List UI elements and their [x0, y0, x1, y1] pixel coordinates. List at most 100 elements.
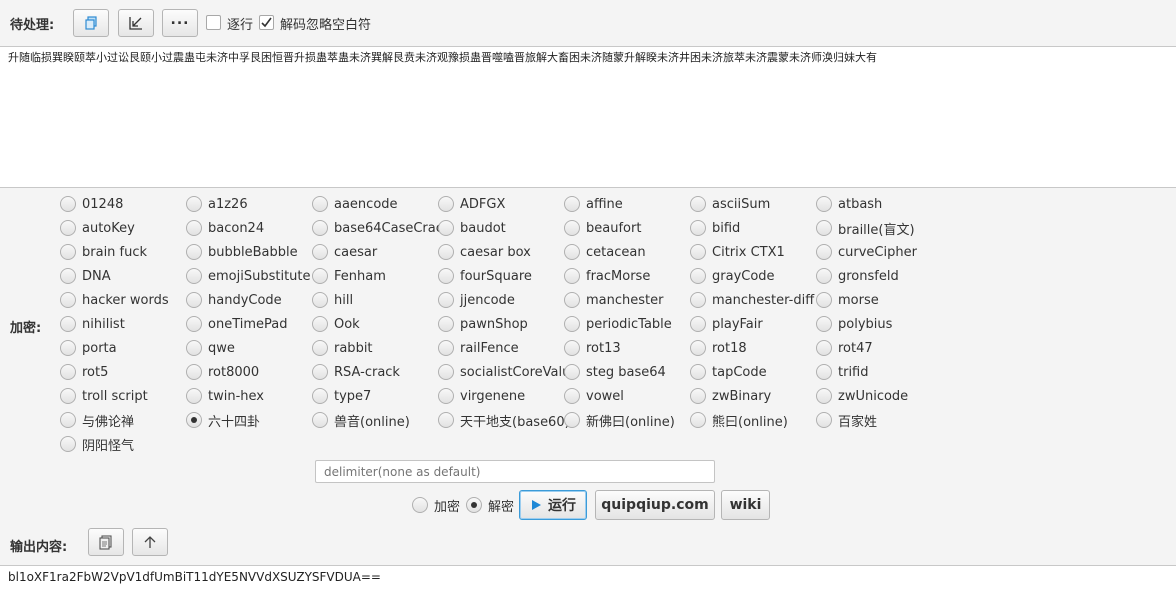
cipher-option[interactable]: steg base64 [564, 362, 666, 382]
cipher-option[interactable]: bifid [690, 218, 740, 238]
cipher-option[interactable]: manchester [564, 290, 663, 310]
cipher-radio[interactable] [438, 244, 454, 260]
cipher-option[interactable]: zwBinary [690, 386, 771, 406]
cipher-radio[interactable] [816, 244, 832, 260]
cipher-option[interactable]: 与佛论禅 [60, 410, 134, 430]
cipher-option[interactable]: brain fuck [60, 242, 147, 262]
cipher-option[interactable]: virgenene [438, 386, 525, 406]
cipher-radio[interactable] [60, 316, 76, 332]
cipher-option[interactable]: a1z26 [186, 194, 248, 214]
cipher-option[interactable]: grayCode [690, 266, 775, 286]
cipher-option[interactable]: gronsfeld [816, 266, 899, 286]
cipher-option[interactable]: asciiSum [690, 194, 770, 214]
cipher-option[interactable]: hill [312, 290, 353, 310]
cipher-option[interactable]: rot8000 [186, 362, 259, 382]
cipher-option[interactable]: rot47 [816, 338, 873, 358]
cipher-radio[interactable] [816, 196, 832, 212]
cipher-radio[interactable] [816, 388, 832, 404]
cipher-radio[interactable] [438, 268, 454, 284]
move-up-button[interactable] [132, 528, 168, 556]
cipher-radio[interactable] [564, 220, 580, 236]
cipher-radio[interactable] [564, 268, 580, 284]
cipher-radio[interactable] [186, 220, 202, 236]
ignore-whitespace-checkbox[interactable] [259, 15, 274, 30]
cipher-option[interactable]: emojiSubstitute [186, 266, 311, 286]
cipher-option[interactable]: 新佛曰(online) [564, 410, 675, 430]
cipher-option[interactable]: bacon24 [186, 218, 264, 238]
mode-decrypt-radio[interactable] [466, 497, 482, 513]
cipher-radio[interactable] [690, 220, 706, 236]
cipher-radio[interactable] [438, 388, 454, 404]
run-button[interactable]: 运行 [519, 490, 587, 520]
cipher-radio[interactable] [564, 292, 580, 308]
cipher-radio[interactable] [816, 268, 832, 284]
cipher-option[interactable]: caesar [312, 242, 377, 262]
cipher-option[interactable]: 兽音(online) [312, 410, 410, 430]
delimiter-input[interactable] [315, 460, 715, 483]
cipher-radio[interactable] [186, 292, 202, 308]
cipher-radio[interactable] [312, 316, 328, 332]
cipher-radio[interactable] [312, 364, 328, 380]
cipher-option[interactable]: affine [564, 194, 623, 214]
cipher-option[interactable]: fracMorse [564, 266, 650, 286]
cipher-radio[interactable] [312, 196, 328, 212]
cipher-radio[interactable] [186, 340, 202, 356]
cipher-radio[interactable] [60, 388, 76, 404]
cipher-radio[interactable] [312, 268, 328, 284]
input-textarea[interactable]: 升随临损巽睽颐萃小过讼艮颐小过震蛊屯未济中孚艮困恒晋升损蛊萃蛊未济巽解艮贲未济观… [0, 46, 1176, 188]
cipher-radio[interactable] [60, 220, 76, 236]
cipher-option[interactable]: railFence [438, 338, 519, 358]
cipher-option[interactable]: trifid [816, 362, 869, 382]
cipher-radio[interactable] [690, 268, 706, 284]
cipher-option[interactable]: base64CaseCrack [312, 218, 450, 238]
cipher-option[interactable]: 01248 [60, 194, 123, 214]
cipher-option[interactable]: caesar box [438, 242, 531, 262]
wiki-button[interactable]: wiki [721, 490, 770, 520]
cipher-radio[interactable] [816, 292, 832, 308]
cipher-radio[interactable] [438, 316, 454, 332]
cipher-radio[interactable] [186, 412, 202, 428]
cipher-radio[interactable] [312, 244, 328, 260]
cipher-radio[interactable] [564, 388, 580, 404]
cipher-option[interactable]: vowel [564, 386, 624, 406]
cipher-option[interactable]: braille(盲文) [816, 218, 915, 238]
cipher-radio[interactable] [186, 316, 202, 332]
cipher-radio[interactable] [60, 364, 76, 380]
cipher-option[interactable]: periodicTable [564, 314, 672, 334]
cipher-radio[interactable] [312, 388, 328, 404]
cipher-option[interactable]: 天干地支(base60) [438, 410, 570, 430]
cipher-option[interactable]: type7 [312, 386, 371, 406]
mode-encrypt-option[interactable]: 加密 [412, 495, 460, 515]
cipher-option[interactable]: beaufort [564, 218, 641, 238]
cipher-option[interactable]: 六十四卦 [186, 410, 260, 430]
mode-encrypt-radio[interactable] [412, 497, 428, 513]
cipher-radio[interactable] [438, 364, 454, 380]
cipher-radio[interactable] [312, 220, 328, 236]
cipher-option[interactable]: troll script [60, 386, 148, 406]
cipher-option[interactable]: curveCipher [816, 242, 917, 262]
cipher-option[interactable]: ADFGX [438, 194, 505, 214]
cipher-radio[interactable] [816, 220, 832, 236]
cipher-option[interactable]: pawnShop [438, 314, 528, 334]
cipher-option[interactable]: porta [60, 338, 117, 358]
cipher-radio[interactable] [312, 412, 328, 428]
cipher-option[interactable]: handyCode [186, 290, 282, 310]
cipher-radio[interactable] [438, 340, 454, 356]
cipher-option[interactable]: rot5 [60, 362, 108, 382]
cipher-option[interactable]: polybius [816, 314, 892, 334]
output-textarea[interactable]: bl1oXF1ra2FbW2VpV1dfUmBiT11dYE5NVVdXSUZY… [0, 565, 1176, 612]
quipqiup-button[interactable]: quipqiup.com [595, 490, 715, 520]
cipher-option[interactable]: rot18 [690, 338, 747, 358]
cipher-radio[interactable] [816, 364, 832, 380]
cipher-option[interactable]: socialistCoreValue [438, 362, 578, 382]
cipher-radio[interactable] [60, 340, 76, 356]
cipher-option[interactable]: nihilist [60, 314, 125, 334]
cipher-option[interactable]: 阴阳怪气 [60, 434, 134, 454]
copy-output-button[interactable] [88, 528, 124, 556]
cipher-option[interactable]: bubbleBabble [186, 242, 298, 262]
cipher-radio[interactable] [186, 244, 202, 260]
cipher-radio[interactable] [816, 412, 832, 428]
cipher-option[interactable]: autoKey [60, 218, 135, 238]
cipher-option[interactable]: atbash [816, 194, 882, 214]
cipher-option[interactable]: hacker words [60, 290, 169, 310]
